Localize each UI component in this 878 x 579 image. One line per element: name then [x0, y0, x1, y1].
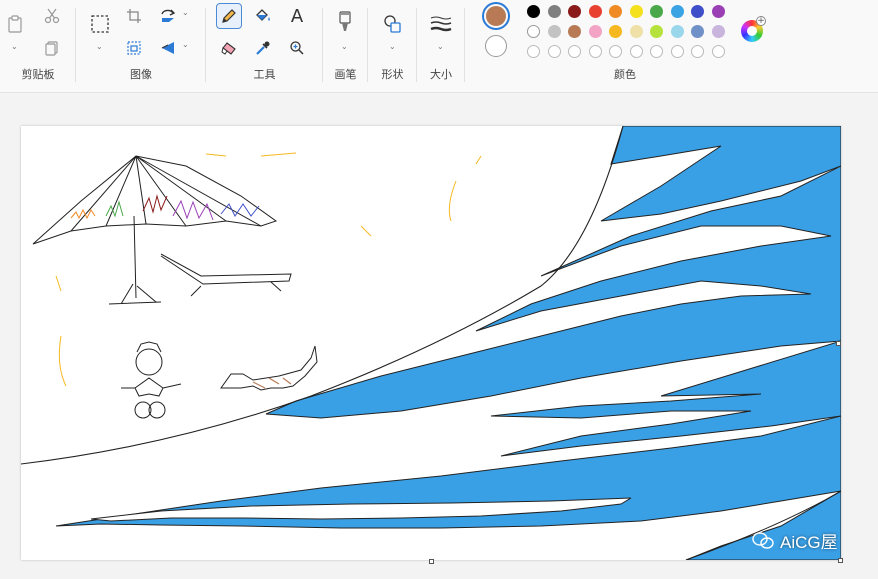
color-swatch[interactable]: [670, 45, 684, 58]
brushes-label: 画笔: [334, 68, 357, 81]
beach-drawing: [21, 126, 841, 560]
size-group: ⌄ 大小: [417, 0, 465, 88]
color-swatch[interactable]: [609, 5, 622, 18]
plus-icon: +: [756, 16, 766, 26]
color-swatch[interactable]: [588, 45, 602, 58]
copy-icon[interactable]: [40, 36, 64, 60]
shapes-icon[interactable]: [381, 12, 405, 36]
color-swatch[interactable]: [609, 45, 622, 58]
rotate-chevron-down-icon[interactable]: ⌄: [182, 8, 189, 17]
color-swatch[interactable]: [547, 5, 561, 18]
color-swatch[interactable]: [547, 45, 561, 58]
paste-chevron-down-icon[interactable]: ⌄: [11, 42, 18, 51]
resize-handle-bottom[interactable]: [429, 559, 434, 564]
shapes-chevron-down-icon[interactable]: ⌄: [389, 42, 396, 51]
color-swatch[interactable]: [670, 25, 684, 38]
color-swatch[interactable]: [547, 25, 561, 38]
color-swatch[interactable]: [568, 25, 581, 38]
ribbon-toolbar: ⌄ 剪贴板 ⌄ ⌄ ⌄ 图像 A 工具 ⌄ 画笔 ⌄ 形状 ⌄ 大小 颜色 +: [0, 0, 878, 93]
size-chevron-down-icon[interactable]: ⌄: [437, 42, 444, 51]
primary-color-swatch[interactable]: [482, 2, 510, 30]
beach-chair: [160, 253, 292, 297]
color-swatch[interactable]: [527, 45, 540, 58]
secondary-color-swatch[interactable]: [485, 35, 507, 57]
color-swatch[interactable]: [650, 45, 663, 58]
drawing-canvas[interactable]: [21, 126, 841, 560]
size-label: 大小: [430, 68, 452, 81]
tools-label: 工具: [253, 68, 276, 81]
eraser-icon[interactable]: [217, 36, 241, 60]
cut-icon[interactable]: [40, 4, 64, 28]
rotate-icon[interactable]: [156, 4, 180, 28]
crop-icon[interactable]: [122, 4, 146, 28]
select-chevron-down-icon[interactable]: ⌄: [96, 42, 103, 51]
shapes-label: 形状: [381, 68, 404, 81]
wechat-icon: [752, 531, 774, 549]
color-swatch[interactable]: [691, 5, 704, 18]
color-swatch[interactable]: [670, 5, 684, 18]
edit-colors-button[interactable]: +: [741, 16, 766, 42]
shapes-group: ⌄ 形状: [368, 0, 417, 88]
dog: [220, 345, 318, 391]
tools-group: A 工具: [206, 0, 323, 88]
flip-icon[interactable]: [156, 36, 180, 60]
stroke-size-icon[interactable]: [429, 12, 453, 36]
resize-icon[interactable]: [122, 36, 146, 60]
color-swatch[interactable]: [629, 5, 643, 18]
color-swatch[interactable]: [691, 25, 704, 38]
clipboard-label: 剪贴板: [21, 68, 55, 81]
umbrella: [32, 155, 278, 305]
color-swatch[interactable]: [691, 45, 704, 58]
color-swatch[interactable]: [568, 5, 581, 18]
select-icon[interactable]: [88, 12, 112, 36]
brush-icon[interactable]: [333, 10, 357, 34]
pencil-icon[interactable]: [216, 3, 242, 29]
clipboard-group: ⌄ 剪贴板: [0, 0, 76, 88]
color-swatch[interactable]: [527, 25, 540, 38]
colors-group: 颜色: [465, 0, 785, 88]
person: [121, 341, 182, 419]
color-swatch[interactable]: [588, 25, 602, 38]
color-swatch[interactable]: [629, 45, 643, 58]
color-swatch[interactable]: [711, 45, 725, 58]
magnifier-icon[interactable]: [285, 36, 309, 60]
color-swatch[interactable]: [527, 5, 540, 18]
watermark-text: AiCG屋: [780, 533, 838, 552]
color-swatch[interactable]: [650, 5, 663, 18]
color-swatch[interactable]: [711, 25, 725, 38]
color-swatch[interactable]: [711, 5, 725, 18]
brush-chevron-down-icon[interactable]: ⌄: [341, 42, 348, 51]
image-label: 图像: [130, 68, 152, 81]
color-swatch[interactable]: [568, 45, 581, 58]
colors-label: 颜色: [614, 68, 636, 81]
color-swatch[interactable]: [609, 25, 622, 38]
text-icon[interactable]: A: [285, 4, 309, 28]
color-swatch[interactable]: [650, 25, 663, 38]
paste-icon[interactable]: [3, 12, 27, 36]
watermark: AiCG屋: [752, 528, 838, 553]
color-swatch[interactable]: [629, 25, 643, 38]
image-group: ⌄ ⌄ ⌄ 图像: [76, 0, 206, 88]
fill-bucket-icon[interactable]: [251, 4, 275, 28]
brushes-group: ⌄ 画笔: [323, 0, 368, 88]
color-picker-icon[interactable]: [251, 36, 275, 60]
flip-chevron-down-icon[interactable]: ⌄: [182, 40, 189, 49]
resize-handle-corner[interactable]: [838, 558, 843, 563]
color-swatch[interactable]: [588, 5, 602, 18]
resize-handle-right[interactable]: [836, 341, 841, 346]
